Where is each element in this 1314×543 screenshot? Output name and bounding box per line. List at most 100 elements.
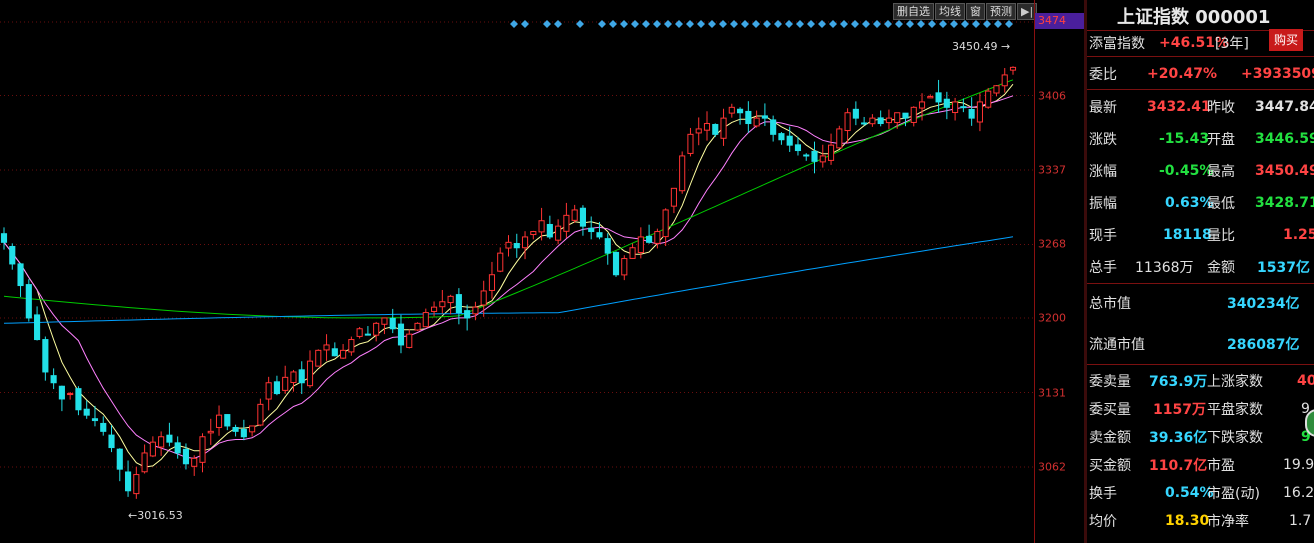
quote-label: 金额 [1207, 259, 1235, 276]
candle-body [894, 112, 901, 124]
candle-body [323, 344, 330, 351]
quote-label: 最新 [1089, 99, 1117, 116]
stat-value: 18.30 [1165, 512, 1210, 529]
candle-body [960, 106, 967, 109]
candle-body [753, 117, 760, 127]
candle-body [25, 284, 32, 319]
event-marker-icon [862, 20, 870, 28]
candle-body [472, 306, 479, 315]
event-marker-icon [664, 20, 672, 28]
event-marker-icon [884, 20, 892, 28]
stat-label: 委买量 [1089, 401, 1131, 418]
candle-body [852, 108, 859, 119]
candle-body [637, 236, 644, 253]
candle-body [612, 251, 620, 276]
candle-body [389, 317, 396, 330]
candle-body [141, 452, 148, 473]
candle-body [257, 403, 264, 426]
candle-body [811, 150, 818, 162]
candle-body [902, 112, 909, 119]
candle-body [530, 231, 537, 236]
candle-body [761, 115, 768, 119]
candle-body [91, 418, 99, 422]
quote-panel: 上证指数 000001 添富指数 +46.51% [3年] 购买 委比 +20.… [1087, 0, 1314, 543]
high-annotation: 3450.49 → [952, 40, 1010, 53]
delete-favorite-button[interactable]: 删自选 [893, 3, 934, 20]
candle-body [158, 436, 165, 448]
candle-body [315, 349, 322, 367]
event-marker-icon [609, 20, 617, 28]
moving-average-button[interactable]: 均线 [935, 3, 965, 20]
event-marker-icon [675, 20, 683, 28]
quote-value: 3450.49 [1255, 162, 1314, 179]
candle-body [844, 112, 851, 132]
buy-button[interactable]: 购买 [1269, 29, 1303, 51]
stat-row: 均价 18.30 市净率 1.7 [1087, 505, 1314, 536]
candle-body [273, 381, 280, 395]
market-row: 流通市值 286087亿 [1087, 328, 1314, 359]
axis-top-label: 3474 [1035, 13, 1084, 29]
candle-body [579, 207, 586, 227]
quote-value: 1537亿 [1257, 259, 1310, 276]
stat-value: 40 [1297, 372, 1314, 389]
candle-body [596, 232, 603, 238]
candle-body [877, 117, 884, 125]
stat-label: 市净率 [1207, 513, 1249, 530]
stat-label: 上涨家数 [1207, 373, 1263, 390]
event-marker-icon [928, 20, 936, 28]
quote-row: 涨幅 -0.45% 最高 3450.49 [1087, 155, 1314, 186]
event-marker-icon [642, 20, 650, 28]
event-marker-icon [697, 20, 705, 28]
candle-body [83, 408, 90, 416]
weibi-value: +20.47% [1147, 65, 1218, 82]
quote-label: 总手 [1089, 259, 1117, 276]
stat-value: 763.9万 [1149, 373, 1208, 390]
candle-body [174, 442, 181, 454]
candle-body [34, 314, 41, 341]
quote-value: 3447.84 [1255, 98, 1314, 115]
candle-body [819, 155, 826, 163]
candle-body [935, 92, 942, 103]
kline-chart[interactable]: 3450.49 → ←3016.53 [0, 0, 1034, 543]
event-marker-icon [807, 20, 815, 28]
candle-body [182, 448, 190, 465]
quote-label: 涨幅 [1089, 163, 1117, 180]
tianfu-period: [3年] [1215, 35, 1249, 52]
candle-body [298, 369, 305, 384]
market-value: 286087亿 [1227, 336, 1300, 353]
event-marker-icon [994, 20, 1002, 28]
event-marker-icon [906, 20, 914, 28]
quote-label: 涨跌 [1089, 131, 1117, 148]
stock-title: 上证指数 000001 [1117, 7, 1271, 28]
candle-body [265, 382, 272, 400]
quote-label: 量比 [1207, 227, 1235, 244]
event-marker-icon [730, 20, 738, 28]
candle-body [555, 225, 562, 241]
candle-body [50, 375, 57, 384]
quote-label: 最高 [1207, 163, 1235, 180]
window-button[interactable]: 窗 [966, 3, 985, 20]
candle-body [827, 144, 835, 161]
event-marker-icon [554, 20, 562, 28]
stat-value: 110.7亿 [1149, 457, 1208, 474]
candle-body [42, 339, 49, 373]
candle-body [240, 428, 247, 438]
candle-body [687, 133, 694, 154]
candle-body [861, 122, 868, 125]
quote-label: 现手 [1089, 227, 1117, 244]
event-marker-icon [543, 20, 551, 28]
candle-body [521, 236, 529, 249]
quote-row: 总手 11368万 金额 1537亿 [1087, 251, 1314, 282]
stat-row: 买金额 110.7亿 市盈 19.9 [1087, 449, 1314, 480]
stat-label: 买金额 [1089, 457, 1131, 474]
forecast-button[interactable]: 预测 [986, 3, 1016, 20]
candle-body [662, 209, 669, 238]
candle-body [563, 214, 570, 232]
candle-body [513, 243, 520, 249]
candle-body [885, 117, 893, 124]
candle-body [869, 117, 876, 125]
candle-body [232, 426, 239, 432]
quote-value: 3432.41 [1147, 98, 1211, 115]
quote-value: 11368万 [1135, 259, 1194, 276]
event-marker-icon [510, 20, 518, 28]
